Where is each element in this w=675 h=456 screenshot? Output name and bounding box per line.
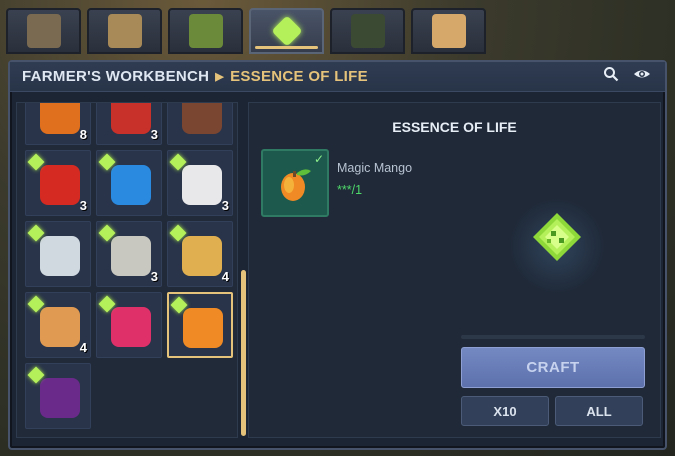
inventory-slot-blue-flower[interactable] xyxy=(96,150,162,216)
inventory-slot-seeds[interactable]: 3 xyxy=(96,221,162,287)
tab-machine[interactable] xyxy=(6,8,81,54)
title-bar: FARMER'S WORKBENCH ▶ ESSENCE OF LIFE xyxy=(10,62,665,92)
inventory-slot-purple-grapes[interactable] xyxy=(25,363,91,429)
item-count: 4 xyxy=(79,340,87,355)
tab-book[interactable] xyxy=(87,8,162,54)
cotton-icon xyxy=(182,165,222,205)
inventory-slot-chili-pepper[interactable]: 3 xyxy=(25,150,91,216)
blue-flower-icon xyxy=(111,165,151,205)
book-icon xyxy=(107,14,142,48)
inventory-slot-white-flower[interactable] xyxy=(25,221,91,287)
eye-icon[interactable] xyxy=(633,66,651,87)
white-flower-icon xyxy=(40,236,80,276)
ingredient-name: Magic Mango xyxy=(337,161,413,175)
essence-icon xyxy=(270,15,303,47)
tab-seedling[interactable] xyxy=(168,8,243,54)
tab-wood-block[interactable] xyxy=(411,8,486,54)
crate-icon xyxy=(350,14,385,48)
item-count: 8 xyxy=(79,127,87,142)
item-count: 3 xyxy=(150,127,158,142)
magic-mango-icon xyxy=(183,308,223,348)
item-count: 3 xyxy=(221,198,229,213)
recipe-detail-panel: ESSENCE OF LIFE ✓ Magic Mango ***/1 CRAF… xyxy=(248,102,661,438)
inventory-scrollbar[interactable] xyxy=(241,270,246,436)
tomato-icon xyxy=(111,103,151,134)
recipe-title: ESSENCE OF LIFE xyxy=(392,119,517,135)
wood-block-icon xyxy=(431,14,466,48)
purple-grapes-icon xyxy=(40,378,80,418)
tab-crate[interactable] xyxy=(330,8,405,54)
inventory-grid: 8 3 3 3 3 4 4 xyxy=(25,103,233,429)
inventory-slot-bread-loaf[interactable]: 4 xyxy=(25,292,91,358)
inventory-panel: 8 3 3 3 3 4 4 xyxy=(16,102,238,438)
bread-loaf-icon xyxy=(40,307,80,347)
inventory-slot-wood-log[interactable] xyxy=(167,103,233,145)
inventory-slot-cotton[interactable]: 3 xyxy=(167,150,233,216)
craft-progress-bar xyxy=(461,335,645,339)
pumpkin-icon xyxy=(40,103,80,134)
wood-log-icon xyxy=(182,103,222,134)
ingredient-quantity: ***/1 xyxy=(337,183,363,197)
pink-berries-icon xyxy=(111,307,151,347)
category-tabs xyxy=(6,8,486,58)
ingredient-slot[interactable]: ✓ xyxy=(261,149,329,217)
inventory-slot-pumpkin[interactable]: 8 xyxy=(25,103,91,145)
breadcrumb-essence: ESSENCE OF LIFE xyxy=(230,68,368,85)
magic-mango-icon xyxy=(281,169,311,201)
chili-pepper-icon xyxy=(40,165,80,205)
item-count: 4 xyxy=(221,269,229,284)
item-count: 3 xyxy=(150,269,158,284)
craft-button[interactable]: CRAFT xyxy=(461,347,645,388)
craft-all-button[interactable]: ALL xyxy=(555,396,643,426)
machine-icon xyxy=(26,14,61,48)
title-icons xyxy=(603,66,665,87)
seeds-icon xyxy=(111,236,151,276)
search-icon[interactable] xyxy=(603,66,619,87)
essence-of-life-icon xyxy=(533,213,581,261)
crafting-window: FARMER'S WORKBENCH ▶ ESSENCE OF LIFE 8 3 3… xyxy=(8,60,667,450)
inventory-slot-cheese-block[interactable]: 4 xyxy=(167,221,233,287)
tab-essence[interactable] xyxy=(249,8,324,54)
cheese-block-icon xyxy=(182,236,222,276)
check-icon: ✓ xyxy=(313,152,324,166)
craft-x10-button[interactable]: X10 xyxy=(461,396,549,426)
breadcrumb-workbench[interactable]: FARMER'S WORKBENCH xyxy=(22,68,209,85)
inventory-slot-tomato[interactable]: 3 xyxy=(96,103,162,145)
seedling-icon xyxy=(188,14,223,48)
inventory-slot-magic-mango[interactable] xyxy=(167,292,233,358)
breadcrumb-arrow-icon: ▶ xyxy=(215,71,225,83)
item-count: 3 xyxy=(79,198,87,213)
inventory-slot-pink-berries[interactable] xyxy=(96,292,162,358)
